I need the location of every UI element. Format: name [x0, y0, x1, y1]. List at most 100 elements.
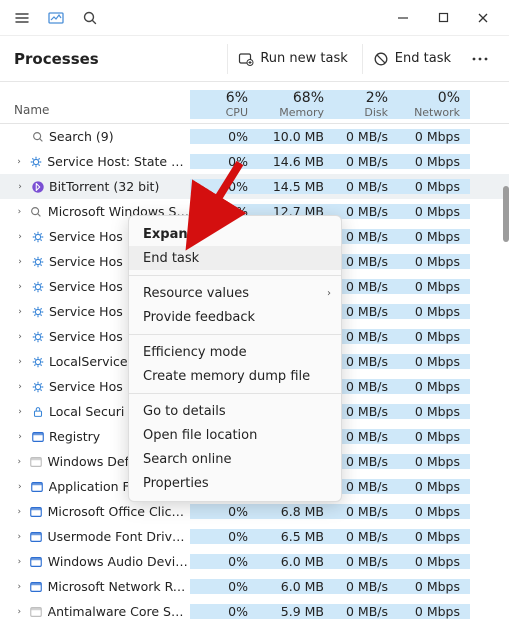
process-name: Search (9) — [49, 129, 114, 144]
end-task-button[interactable]: End task — [362, 44, 459, 74]
process-name: Microsoft Office Click-to… — [48, 504, 190, 519]
column-memory[interactable]: ⌄ 68% Memory — [258, 90, 334, 119]
process-row[interactable]: ›Antimalware Core Service0%5.9 MB0 MB/s0… — [0, 599, 509, 624]
expand-chevron-icon[interactable]: › — [14, 432, 26, 442]
cell-disk: 0 MB/s — [334, 254, 398, 269]
process-icon — [29, 604, 44, 619]
expand-chevron-icon[interactable]: › — [14, 582, 25, 592]
process-row[interactable]: ›BitTorrent (32 bit)0%14.5 MB0 MB/s0 Mbp… — [0, 174, 509, 199]
cell-disk: 0 MB/s — [334, 579, 398, 594]
expand-chevron-icon[interactable]: › — [14, 357, 26, 367]
expand-chevron-icon[interactable]: › — [14, 232, 26, 242]
cell-net: 0 Mbps — [398, 579, 470, 594]
cell-cpu: 0% — [190, 179, 258, 194]
process-row[interactable]: Search (9)0%10.0 MB0 MB/s0 Mbps — [0, 124, 509, 149]
context-properties[interactable]: Properties — [129, 471, 341, 495]
cell-mem: 14.6 MB — [258, 154, 334, 169]
process-row[interactable]: ›Usermode Font Driver H…0%6.5 MB0 MB/s0 … — [0, 524, 509, 549]
context-resource-values-label: Resource values — [143, 286, 249, 301]
run-new-task-label: Run new task — [260, 51, 347, 66]
expand-chevron-icon[interactable]: › — [14, 282, 26, 292]
expand-chevron-icon[interactable]: › — [14, 332, 26, 342]
disk-label: Disk — [364, 106, 388, 119]
process-name: Usermode Font Driver H… — [47, 529, 190, 544]
minimize-button[interactable] — [383, 4, 423, 32]
expand-chevron-icon[interactable]: › — [14, 157, 24, 167]
process-icon — [29, 454, 44, 469]
context-open-file-location[interactable]: Open file location — [129, 423, 341, 447]
expand-chevron-icon[interactable]: › — [14, 557, 25, 567]
expand-chevron-icon[interactable]: › — [14, 182, 26, 192]
cell-net: 0 Mbps — [398, 529, 470, 544]
process-name-cell: ›Microsoft Network Realt… — [0, 579, 190, 594]
process-row[interactable]: ›Windows Audio Device …0%6.0 MB0 MB/s0 M… — [0, 549, 509, 574]
process-name-cell: Search (9) — [0, 129, 190, 144]
cell-net: 0 Mbps — [398, 354, 470, 369]
cell-disk: 0 MB/s — [334, 179, 398, 194]
cell-net: 0 Mbps — [398, 479, 470, 494]
process-row[interactable]: ›Service Host: State Repo…0%14.6 MB0 MB/… — [0, 149, 509, 174]
process-name: Service Hos — [49, 304, 123, 319]
expand-chevron-icon[interactable]: › — [14, 382, 26, 392]
process-name: BitTorrent (32 bit) — [49, 179, 159, 194]
context-resource-values[interactable]: Resource values › — [129, 281, 341, 305]
close-button[interactable] — [463, 4, 503, 32]
process-icon — [30, 304, 45, 319]
cell-net: 0 Mbps — [398, 554, 470, 569]
run-new-task-button[interactable]: Run new task — [227, 44, 355, 74]
cell-net: 0 Mbps — [398, 129, 470, 144]
context-provide-feedback[interactable]: Provide feedback — [129, 305, 341, 329]
tab-processes[interactable]: Processes — [14, 50, 99, 68]
expand-chevron-icon[interactable]: › — [14, 307, 26, 317]
expand-chevron-icon[interactable]: › — [14, 482, 26, 492]
process-row[interactable]: ›Microsoft Office Click-to…0%6.8 MB0 MB/… — [0, 499, 509, 524]
disk-percent: 2% — [366, 90, 388, 106]
column-disk[interactable]: 2% Disk — [334, 90, 398, 119]
context-search-online[interactable]: Search online — [129, 447, 341, 471]
cell-net: 0 Mbps — [398, 329, 470, 344]
process-name: LocalService — [49, 354, 128, 369]
process-name: Antimalware Core Service — [48, 604, 190, 619]
context-go-to-details[interactable]: Go to details — [129, 399, 341, 423]
expand-chevron-icon[interactable]: › — [14, 407, 26, 417]
context-efficiency-mode[interactable]: Efficiency mode — [129, 340, 341, 364]
process-name-cell: ›Service Host: State Repo… — [0, 154, 190, 169]
process-icon — [29, 554, 44, 569]
maximize-button[interactable] — [423, 4, 463, 32]
cell-net: 0 Mbps — [398, 229, 470, 244]
expand-chevron-icon[interactable]: › — [14, 457, 25, 467]
context-create-dump[interactable]: Create memory dump file — [129, 364, 341, 388]
process-icon — [30, 129, 45, 144]
process-icon — [30, 404, 45, 419]
expand-chevron-icon[interactable]: › — [14, 257, 26, 267]
search-button[interactable] — [74, 4, 106, 32]
expand-chevron-icon[interactable]: › — [14, 532, 24, 542]
expand-chevron-icon[interactable]: › — [14, 207, 25, 217]
context-end-task[interactable]: End task — [129, 246, 341, 270]
process-icon — [30, 179, 45, 194]
process-icon — [30, 379, 45, 394]
cell-disk: 0 MB/s — [334, 604, 398, 619]
cell-disk: 0 MB/s — [334, 404, 398, 419]
process-icon — [29, 504, 44, 519]
cell-disk: 0 MB/s — [334, 229, 398, 244]
cell-disk: 0 MB/s — [334, 329, 398, 344]
more-options-button[interactable] — [465, 57, 495, 61]
process-name: Service Hos — [49, 254, 123, 269]
expand-chevron-icon[interactable]: › — [14, 507, 25, 517]
hamburger-menu-button[interactable] — [6, 4, 38, 32]
scrollbar-thumb[interactable] — [503, 186, 509, 242]
process-row[interactable]: ›Microsoft Network Realt…0%6.0 MB0 MB/s0… — [0, 574, 509, 599]
process-icon — [28, 154, 43, 169]
column-network[interactable]: 0% Network — [398, 90, 470, 119]
cell-disk: 0 MB/s — [334, 504, 398, 519]
process-icon — [29, 204, 44, 219]
titlebar — [0, 0, 509, 36]
expand-chevron-icon[interactable]: › — [14, 607, 25, 617]
context-expand[interactable]: Expand — [129, 222, 341, 246]
network-percent: 0% — [438, 90, 460, 106]
column-name[interactable]: Name — [0, 103, 190, 119]
cell-disk: 0 MB/s — [334, 479, 398, 494]
cell-mem: 6.8 MB — [258, 504, 334, 519]
column-cpu[interactable]: 6% CPU — [190, 90, 258, 119]
